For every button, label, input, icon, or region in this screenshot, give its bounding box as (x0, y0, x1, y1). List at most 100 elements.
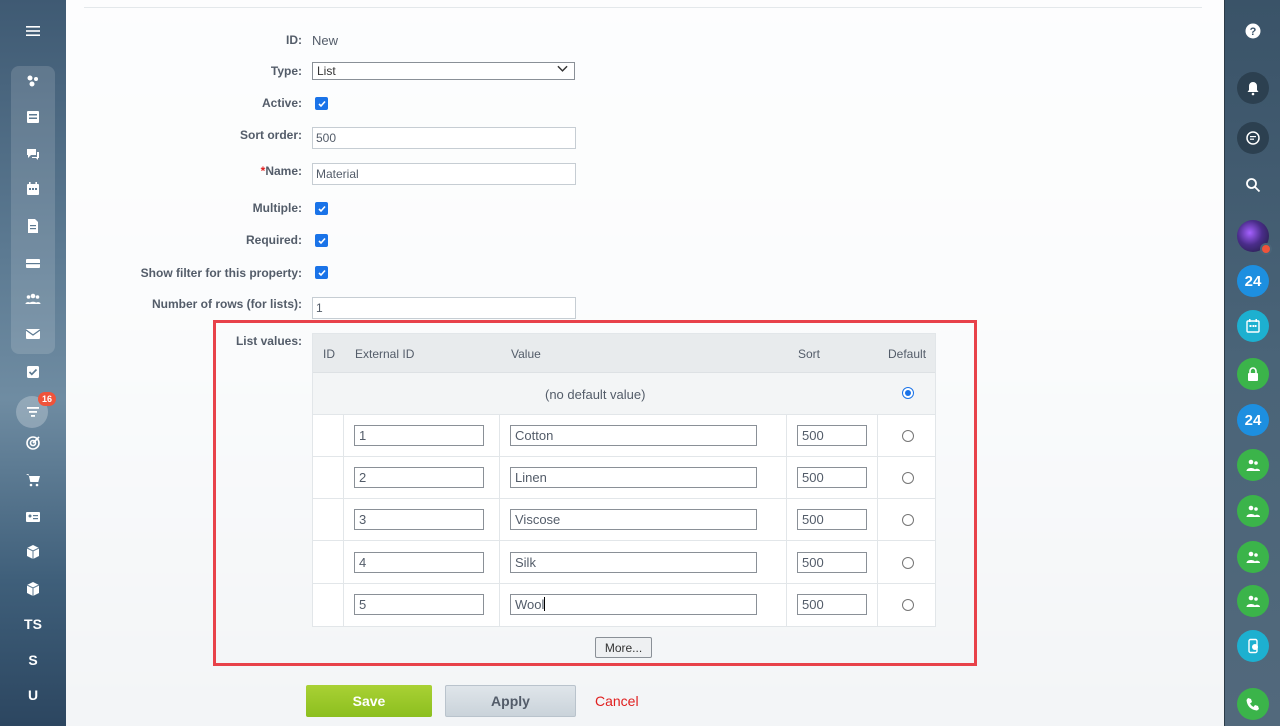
mail-icon[interactable] (22, 323, 44, 345)
sidebar-item-ts[interactable]: TS (22, 613, 44, 635)
calendar-icon[interactable] (1237, 310, 1269, 342)
feed-icon[interactable] (22, 70, 44, 92)
header-external-id: External ID (355, 347, 415, 361)
sort-order-label: Sort order: (239, 128, 302, 142)
checklist-icon[interactable] (22, 361, 44, 383)
header-default: Default (888, 347, 927, 361)
active-checkbox[interactable] (315, 97, 328, 110)
group-icon[interactable] (1237, 585, 1269, 617)
table-row: 2 Linen 500 (313, 457, 935, 499)
document-icon[interactable] (22, 215, 44, 237)
default-radio[interactable] (902, 472, 914, 484)
save-button[interactable]: Save (306, 685, 432, 717)
list-values-table: ID External ID Value Sort Default (no de… (312, 333, 936, 627)
tasks-icon[interactable] (22, 106, 44, 128)
multiple-checkbox[interactable] (315, 202, 328, 215)
required-label: Required: (245, 233, 302, 247)
cancel-link[interactable]: Cancel (595, 693, 639, 709)
rows-label: Number of rows (for lists): (151, 297, 302, 311)
sort-input[interactable]: 500 (797, 425, 867, 446)
default-radio[interactable] (902, 514, 914, 526)
header-id: ID (323, 347, 335, 361)
header-sort: Sort (798, 347, 821, 361)
chat-bubble-icon[interactable] (1237, 122, 1269, 154)
external-id-input[interactable]: 2 (354, 467, 484, 488)
cart-icon[interactable] (22, 469, 44, 491)
name-label-text: Name: (265, 164, 302, 178)
type-select-value: List (317, 64, 336, 78)
contact-card-icon[interactable] (22, 506, 44, 528)
value-input-text: Wool (515, 597, 545, 612)
search-icon[interactable] (1237, 169, 1269, 201)
multiple-label: Multiple: (252, 201, 302, 215)
bell-icon[interactable] (1237, 72, 1269, 104)
active-label: Active: (261, 96, 302, 110)
target-icon[interactable] (22, 432, 44, 454)
calendar-icon[interactable] (22, 178, 44, 200)
value-input[interactable]: Linen (510, 467, 757, 488)
bitrix24-icon[interactable]: 24 (1237, 404, 1269, 436)
show-filter-checkbox[interactable] (315, 266, 328, 279)
left-sidebar: 16 TS S U (0, 0, 66, 726)
rows-input[interactable]: 1 (312, 297, 576, 319)
table-row: 5 Wool 500 (313, 584, 935, 626)
drive-icon[interactable] (22, 252, 44, 274)
required-checkbox[interactable] (315, 234, 328, 247)
sort-input[interactable]: 500 (797, 509, 867, 530)
notification-badge: 16 (38, 392, 56, 406)
sidebar-item-u[interactable]: U (22, 684, 44, 706)
default-radio[interactable] (902, 599, 914, 611)
value-input[interactable]: Viscose (510, 509, 757, 530)
chevron-down-icon (557, 64, 568, 76)
no-default-row: (no default value) (313, 373, 935, 415)
type-label: Type: (270, 64, 302, 78)
external-id-input[interactable]: 4 (354, 552, 484, 573)
chat-icon[interactable] (22, 143, 44, 165)
divider (84, 7, 1202, 8)
value-input[interactable]: Cotton (510, 425, 757, 446)
box-icon[interactable] (22, 541, 44, 563)
sort-input[interactable]: 500 (797, 594, 867, 615)
type-select[interactable]: List (312, 62, 575, 80)
employees-icon[interactable] (22, 288, 44, 310)
svg-text:?: ? (1250, 26, 1257, 38)
no-default-text: (no default value) (545, 387, 646, 402)
apply-button[interactable]: Apply (445, 685, 576, 717)
table-row: 3 Viscose 500 (313, 499, 935, 541)
table-row: 4 Silk 500 (313, 542, 935, 584)
id-label: ID: (286, 33, 302, 47)
sort-input[interactable]: 500 (797, 467, 867, 488)
external-id-input[interactable]: 5 (354, 594, 484, 615)
external-id-input[interactable]: 3 (354, 509, 484, 530)
status-dot (1260, 243, 1272, 255)
default-radio-none[interactable] (902, 387, 914, 399)
right-sidebar: ? 24 24 (1225, 0, 1280, 726)
group-icon[interactable] (1237, 449, 1269, 481)
name-label: *Name: (261, 164, 302, 178)
value-input[interactable]: Silk (510, 552, 757, 573)
box-icon[interactable] (22, 578, 44, 600)
sort-order-input[interactable]: 500 (312, 127, 576, 149)
name-input[interactable]: Material (312, 163, 576, 185)
phone-chat-icon[interactable] (1237, 630, 1269, 662)
group-icon[interactable] (1237, 495, 1269, 527)
sort-input[interactable]: 500 (797, 552, 867, 573)
text-caret (544, 597, 546, 611)
external-id-input[interactable]: 1 (354, 425, 484, 446)
group-icon[interactable] (1237, 541, 1269, 573)
default-radio[interactable] (902, 557, 914, 569)
bitrix24-icon[interactable]: 24 (1237, 265, 1269, 297)
hamburger-icon[interactable] (22, 20, 44, 42)
value-input[interactable]: Wool (510, 594, 757, 615)
help-icon[interactable]: ? (1237, 15, 1269, 47)
show-filter-label: Show filter for this property: (140, 266, 302, 280)
more-button[interactable]: More... (595, 637, 652, 658)
lock-icon[interactable] (1237, 358, 1269, 390)
phone-icon[interactable] (1237, 688, 1269, 720)
header-value: Value (511, 347, 541, 361)
sidebar-item-s[interactable]: S (22, 649, 44, 671)
table-header: ID External ID Value Sort Default (313, 334, 935, 373)
default-radio[interactable] (902, 430, 914, 442)
avatar-icon[interactable] (1237, 220, 1272, 255)
table-row: 1 Cotton 500 (313, 415, 935, 457)
